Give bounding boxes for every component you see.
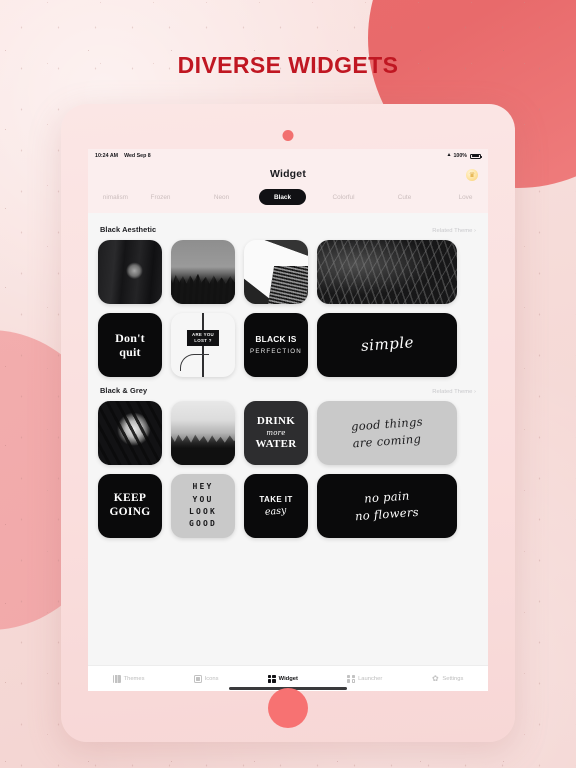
nav-item-label: Settings	[442, 675, 464, 682]
widget-skyscraper-photo[interactable]	[244, 240, 308, 304]
nav-item-themes[interactable]: Themes	[112, 674, 145, 683]
widget-row	[98, 240, 478, 304]
status-bar-right: ▴ 100%	[447, 152, 482, 159]
category-tab-colorful[interactable]: Colorful	[313, 190, 374, 205]
battery-icon	[470, 153, 482, 159]
tablet-device-frame: 10:24 AM Wed Sep 8 ▴ 100% Widget ♛ nimal…	[61, 104, 515, 742]
related-theme-link[interactable]: Related Theme ›	[432, 228, 476, 234]
widget-text-block: KEEP GOING	[109, 492, 150, 519]
widget-black-is-perfection[interactable]: BLACK IS PERFECTION	[244, 313, 308, 377]
app-header: Widget ♛	[88, 163, 488, 189]
widget-text-block: Don't quit	[115, 331, 145, 359]
widget-text-line: GOING	[109, 506, 151, 518]
category-tab-neon[interactable]: Neon	[191, 190, 252, 205]
widget-drink-more-water[interactable]: DRINK more WATER	[244, 401, 308, 465]
related-theme-link[interactable]: Related Theme ›	[432, 389, 476, 395]
widget-dont-quit[interactable]: Don't quit	[98, 313, 162, 377]
crown-badge-icon[interactable]: ♛	[466, 169, 478, 181]
category-tab-cute[interactable]: Cute	[374, 190, 435, 205]
widget-simple[interactable]: simple	[317, 313, 457, 377]
launcher-icon	[347, 674, 356, 683]
widget-text-line: YOU	[192, 494, 214, 504]
nav-item-label: Icons	[204, 675, 219, 682]
widget-grid-icon	[267, 674, 276, 683]
nav-item-icons[interactable]: Icons	[193, 674, 219, 683]
section-title: Black Aesthetic	[100, 225, 157, 234]
widget-text-line: GOOD	[188, 519, 218, 529]
category-tab-nimalism[interactable]: nimalism	[88, 190, 130, 205]
widget-keep-going[interactable]: KEEP GOING	[98, 474, 162, 538]
widget-text-block: BLACK IS PERFECTION	[250, 334, 302, 355]
category-tab-frozen[interactable]: Frozen	[130, 190, 191, 205]
widget-text-line: Don't	[115, 330, 145, 345]
section-header: Black & Grey Related Theme ›	[100, 386, 476, 395]
battery-percent: 100%	[453, 153, 467, 159]
street-lamp	[179, 353, 210, 371]
widget-text-line: TAKE IT	[259, 494, 293, 504]
widget-lost-sign-photo[interactable]: ARE YOU LOST ?	[171, 313, 235, 377]
widget-text-line: LOOK	[188, 507, 218, 516]
widget-text-line: DRINK	[256, 415, 296, 428]
widget-text-block: no pain no flowers	[354, 488, 420, 524]
promo-headline: DIVERSE WIDGETS	[177, 52, 399, 78]
category-tab-bar[interactable]: nimalism Frozen Neon Black Colorful Cute Love	[88, 189, 488, 213]
icons-icon	[193, 674, 202, 683]
widget-text-block: DRINK more WATER	[255, 415, 296, 450]
widget-row: KEEP GOING HEY YOU LOOK GOOD TAKE IT easy no pai…	[98, 474, 478, 538]
status-time: 10:24 AM	[95, 153, 119, 159]
widget-text-line: are coming	[352, 431, 422, 451]
widget-text-line: HEY	[192, 482, 214, 492]
widget-no-pain-no-flowers[interactable]: no pain no flowers	[317, 474, 457, 538]
nav-item-label: Launcher	[358, 675, 383, 682]
tablet-screen: 10:24 AM Wed Sep 8 ▴ 100% Widget ♛ nimal…	[88, 149, 488, 691]
widget-text-block: HEY YOU LOOK GOOD	[189, 481, 217, 531]
widget-text-line: quit	[119, 345, 141, 359]
page-title: Widget	[269, 168, 307, 180]
widget-text-line: more	[266, 428, 286, 437]
category-tab-love[interactable]: Love	[435, 190, 488, 205]
widget-take-it-easy[interactable]: TAKE IT easy	[244, 474, 308, 538]
gear-icon: ✿	[432, 673, 439, 683]
widget-text-line: simple	[359, 333, 415, 355]
sign-board-text: ARE YOU LOST ?	[186, 329, 220, 346]
status-date: Wed Sep 8	[124, 153, 151, 159]
widget-moon-photo[interactable]	[98, 401, 162, 465]
widget-row: Don't quit ARE YOU LOST ? BLACK IS PERFECTIO…	[98, 313, 478, 377]
widget-text-line: PERFECTION	[250, 347, 302, 355]
nav-item-launcher[interactable]: Launcher	[347, 674, 383, 683]
widget-text-line: WATER	[255, 437, 297, 450]
status-bar-left: 10:24 AM Wed Sep 8	[95, 153, 151, 159]
widget-text-block: TAKE IT easy	[259, 495, 292, 518]
themes-icon	[112, 674, 121, 683]
nav-item-settings[interactable]: ✿ Settings	[431, 673, 464, 683]
widget-dark-window-photo[interactable]	[98, 240, 162, 304]
widget-text-line: BLACK IS	[255, 334, 297, 345]
camera-dot-icon	[282, 130, 294, 141]
nav-item-label: Widget	[278, 675, 298, 682]
widget-scroll-area[interactable]: Black Aesthetic Related Theme › Don't quit A…	[88, 213, 488, 665]
nav-item-label: Themes	[123, 675, 145, 682]
widget-text-block: simple	[359, 333, 415, 355]
wifi-icon: ▴	[447, 152, 451, 159]
status-bar: 10:24 AM Wed Sep 8 ▴ 100%	[88, 149, 488, 163]
widget-hey-you-look-good[interactable]: HEY YOU LOOK GOOD	[171, 474, 235, 538]
section-header: Black Aesthetic Related Theme ›	[100, 225, 476, 234]
widget-text-block: good things are coming	[351, 414, 424, 451]
widget-text-line: KEEP	[113, 492, 147, 505]
widget-forest-silhouette-photo[interactable]	[171, 240, 235, 304]
widget-misty-forest-photo[interactable]	[171, 401, 235, 465]
nav-item-widget[interactable]: Widget	[267, 674, 298, 683]
widget-row: DRINK more WATER good things are coming	[98, 401, 478, 465]
section-title: Black & Grey	[100, 386, 148, 395]
category-tab-black[interactable]: Black	[259, 189, 306, 205]
widget-good-things-are-coming[interactable]: good things are coming	[317, 401, 457, 465]
widget-dark-waves-photo[interactable]	[317, 240, 457, 304]
widget-text-line: no flowers	[354, 504, 420, 524]
home-button[interactable]	[268, 688, 308, 728]
widget-text-line: easy	[264, 505, 288, 519]
